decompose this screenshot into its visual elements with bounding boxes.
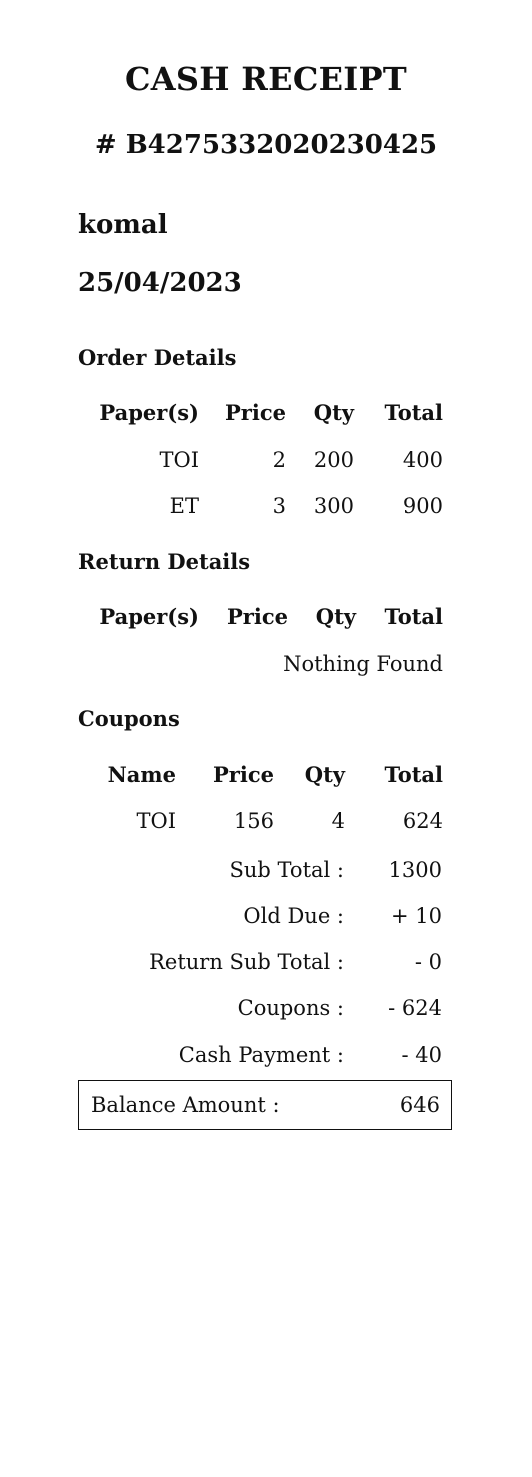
sub-total-label: Sub Total : [229, 858, 344, 882]
order-header-papers: Paper(s) [99, 400, 199, 425]
balance-amount-value: 646 [399, 1093, 440, 1117]
coupons-title: Coupons [78, 706, 180, 731]
order-header-price: Price [225, 400, 286, 425]
order-cell-total: 900 [402, 494, 443, 518]
coupon-cell-name: TOI [136, 809, 176, 833]
coupons-header-qty: Qty [304, 762, 345, 787]
order-cell-price: 2 [272, 448, 286, 472]
order-cell-paper: ET [169, 494, 199, 518]
customer-name: komal [78, 210, 168, 240]
return-header-price: Price [227, 604, 288, 629]
cash-payment-value: - 40 [401, 1043, 443, 1067]
return-header-papers: Paper(s) [99, 604, 199, 629]
coupon-cell-qty: 4 [331, 809, 345, 833]
coupon-cell-total: 624 [402, 809, 443, 833]
order-cell-qty: 200 [313, 448, 354, 472]
sub-total-value: 1300 [388, 858, 442, 882]
return-empty-message: Nothing Found [283, 652, 443, 676]
order-header-total: Total [384, 400, 443, 425]
order-header-qty: Qty [313, 400, 354, 425]
receipt-number: # B4275332020230425 [94, 130, 438, 160]
receipt-title: CASH RECEIPT [124, 60, 408, 98]
coupons-header-total: Total [384, 762, 443, 787]
old-due-label: Old Due : [243, 904, 344, 928]
return-details-title: Return Details [78, 549, 251, 574]
coupons-header-price: Price [213, 762, 274, 787]
coupons-summary-value: - 624 [388, 996, 442, 1020]
coupons-summary-label: Coupons : [237, 996, 344, 1020]
order-cell-qty: 300 [313, 494, 354, 518]
return-sub-total-label: Return Sub Total : [149, 950, 344, 974]
receipt-date: 25/04/2023 [78, 268, 242, 298]
coupons-header-name: Name [107, 762, 176, 787]
order-cell-paper: TOI [159, 448, 199, 472]
order-cell-total: 400 [402, 448, 443, 472]
balance-amount-box: Balance Amount : 646 [78, 1080, 452, 1130]
return-sub-total-value: - 0 [414, 950, 442, 974]
return-header-qty: Qty [315, 604, 356, 629]
cash-payment-label: Cash Payment : [178, 1043, 344, 1067]
order-cell-price: 3 [272, 494, 286, 518]
order-details-title: Order Details [78, 345, 237, 370]
return-header-total: Total [384, 604, 443, 629]
balance-amount-label: Balance Amount : [91, 1093, 280, 1117]
old-due-value: + 10 [391, 904, 442, 928]
coupon-cell-price: 156 [233, 809, 274, 833]
